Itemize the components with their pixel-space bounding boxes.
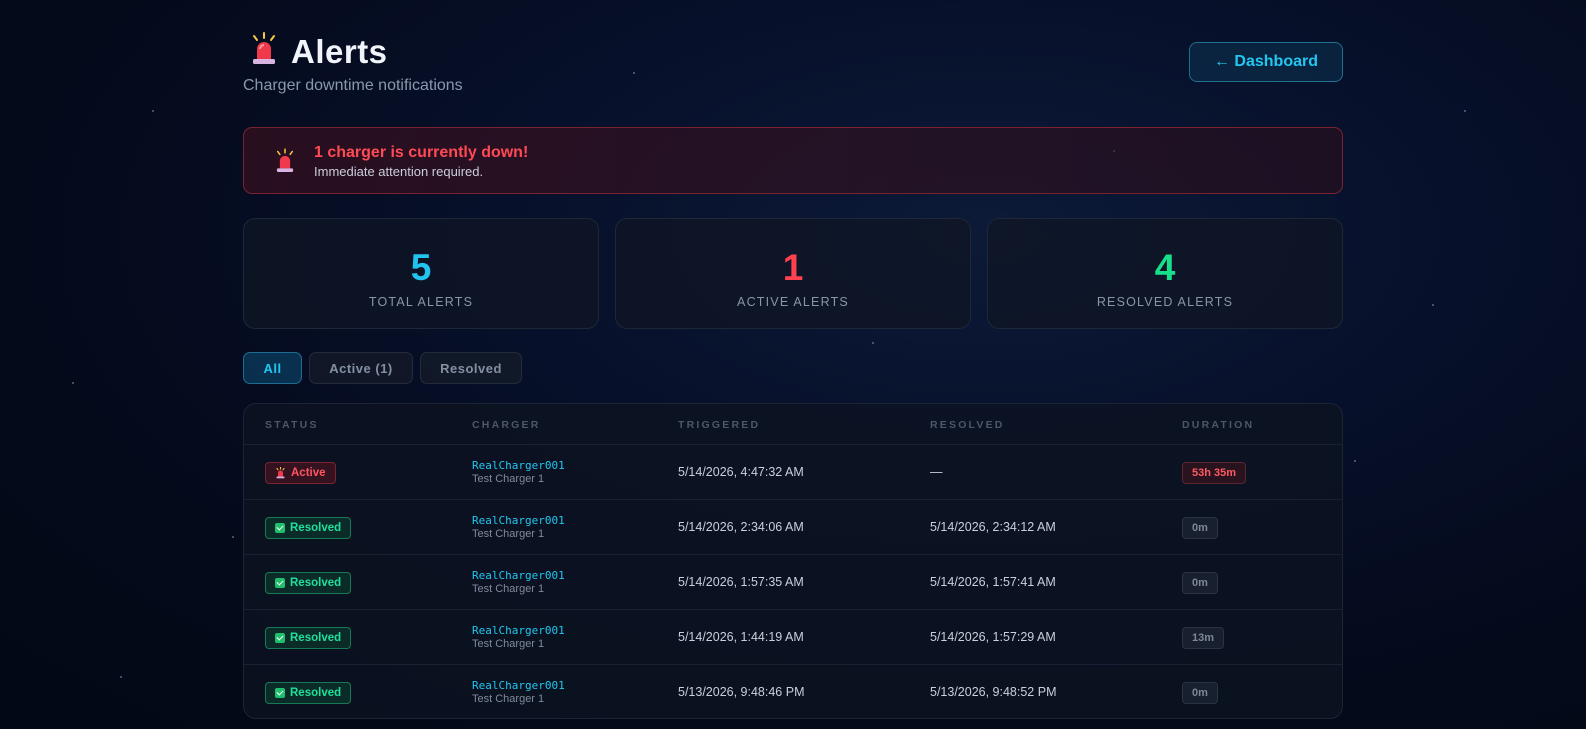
resolved-time: 5/13/2026, 9:48:52 PM	[930, 685, 1057, 699]
status-label: Resolved	[290, 632, 342, 644]
check-icon	[275, 688, 285, 698]
charger-name: Test Charger 1	[472, 528, 545, 540]
alerts-table: STATUS CHARGER TRIGGERED RESOLVED DURATI…	[243, 403, 1343, 719]
table-row[interactable]: Resolved RealCharger001 Test Charger 1 5…	[244, 555, 1342, 610]
siren-icon	[249, 32, 279, 71]
stat-value: 1	[782, 247, 804, 288]
table-header: STATUS CHARGER TRIGGERED RESOLVED DURATI…	[244, 404, 1342, 445]
background-star	[120, 676, 122, 678]
status-badge: Resolved	[265, 627, 352, 649]
alerts-page: Alerts Charger downtime notifications ← …	[243, 0, 1343, 719]
charger-name: Test Charger 1	[472, 583, 545, 595]
banner-text: Immediate attention required.	[314, 164, 484, 179]
duration-badge: 0m	[1182, 682, 1218, 704]
check-icon	[275, 578, 285, 588]
triggered-time: 5/14/2026, 4:47:32 AM	[678, 465, 804, 479]
table-row[interactable]: Resolved RealCharger001 Test Charger 1 5…	[244, 610, 1342, 665]
column-header-duration[interactable]: DURATION	[1182, 419, 1254, 431]
background-star	[72, 382, 74, 384]
stat-card-resolved: 4 RESOLVED ALERTS	[987, 218, 1343, 329]
siren-icon	[276, 467, 285, 479]
title-row: Alerts	[249, 32, 388, 71]
background-star	[1354, 460, 1356, 462]
dashboard-button[interactable]: ← Dashboard	[1189, 42, 1343, 82]
filter-active[interactable]: Active (1)	[309, 352, 413, 384]
column-header-resolved[interactable]: RESOLVED	[930, 419, 1005, 431]
stat-label: TOTAL ALERTS	[368, 295, 474, 309]
charger-name: Test Charger 1	[472, 638, 545, 650]
status-badge: Resolved	[265, 682, 352, 704]
stat-label: RESOLVED ALERTS	[1096, 295, 1234, 309]
charger-id-link[interactable]: RealCharger001	[472, 569, 565, 582]
stat-card-active: 1 ACTIVE ALERTS	[615, 218, 971, 329]
stat-value: 4	[1154, 247, 1176, 288]
page-header: Alerts Charger downtime notifications ← …	[243, 0, 1343, 126]
charger-name: Test Charger 1	[472, 473, 545, 485]
check-icon	[275, 633, 285, 643]
table-row[interactable]: Active RealCharger001 Test Charger 1 5/1…	[244, 445, 1342, 500]
background-star	[872, 342, 874, 344]
status-badge: Resolved	[265, 517, 352, 539]
downtime-alert-banner: 1 charger is currently down! Immediate a…	[243, 127, 1343, 194]
table-row[interactable]: Resolved RealCharger001 Test Charger 1 5…	[244, 665, 1342, 718]
banner-title: 1 charger is currently down!	[314, 144, 529, 161]
status-label: Active	[291, 467, 326, 479]
status-badge: Active	[265, 462, 336, 484]
triggered-time: 5/14/2026, 1:57:35 AM	[678, 575, 804, 589]
background-star	[1464, 110, 1466, 112]
duration-badge: 13m	[1182, 627, 1225, 649]
column-header-charger[interactable]: CHARGER	[472, 419, 541, 431]
stat-card-total: 5 TOTAL ALERTS	[243, 218, 599, 329]
status-badge: Resolved	[265, 572, 352, 594]
stats-row: 5 TOTAL ALERTS 1 ACTIVE ALERTS 4 RESOLVE…	[243, 218, 1343, 329]
page-title: Alerts	[291, 32, 388, 70]
stat-value: 5	[410, 247, 432, 288]
triggered-time: 5/14/2026, 2:34:06 AM	[678, 520, 804, 534]
charger-id-link[interactable]: RealCharger001	[472, 679, 565, 692]
duration-badge: 0m	[1182, 517, 1218, 539]
table-row[interactable]: Resolved RealCharger001 Test Charger 1 5…	[244, 500, 1342, 555]
resolved-time: 5/14/2026, 1:57:41 AM	[930, 575, 1056, 589]
resolved-time: —	[930, 465, 943, 479]
check-icon	[275, 523, 285, 533]
filter-resolved[interactable]: Resolved	[420, 352, 522, 384]
triggered-time: 5/13/2026, 9:48:46 PM	[678, 685, 805, 699]
resolved-time: 5/14/2026, 1:57:29 AM	[930, 630, 1056, 644]
column-header-status[interactable]: STATUS	[265, 419, 319, 431]
filter-all[interactable]: All	[243, 352, 302, 384]
charger-name: Test Charger 1	[472, 693, 545, 705]
background-star	[152, 110, 154, 112]
duration-badge: 53h 35m	[1182, 462, 1247, 484]
charger-id-link[interactable]: RealCharger001	[472, 459, 565, 472]
status-label: Resolved	[290, 687, 342, 699]
background-star	[232, 536, 234, 538]
duration-badge: 0m	[1182, 572, 1218, 594]
charger-id-link[interactable]: RealCharger001	[472, 514, 565, 527]
status-label: Resolved	[290, 522, 342, 534]
page-subtitle: Charger downtime notifications	[243, 77, 463, 94]
background-star	[1432, 304, 1434, 306]
resolved-time: 5/14/2026, 2:34:12 AM	[930, 520, 1056, 534]
stat-label: ACTIVE ALERTS	[737, 295, 849, 309]
filter-tabs: All Active (1) Resolved	[243, 352, 522, 384]
siren-icon	[274, 148, 296, 179]
column-header-triggered[interactable]: TRIGGERED	[678, 419, 760, 431]
status-label: Resolved	[290, 577, 342, 589]
charger-id-link[interactable]: RealCharger001	[472, 624, 565, 637]
triggered-time: 5/14/2026, 1:44:19 AM	[678, 630, 804, 644]
